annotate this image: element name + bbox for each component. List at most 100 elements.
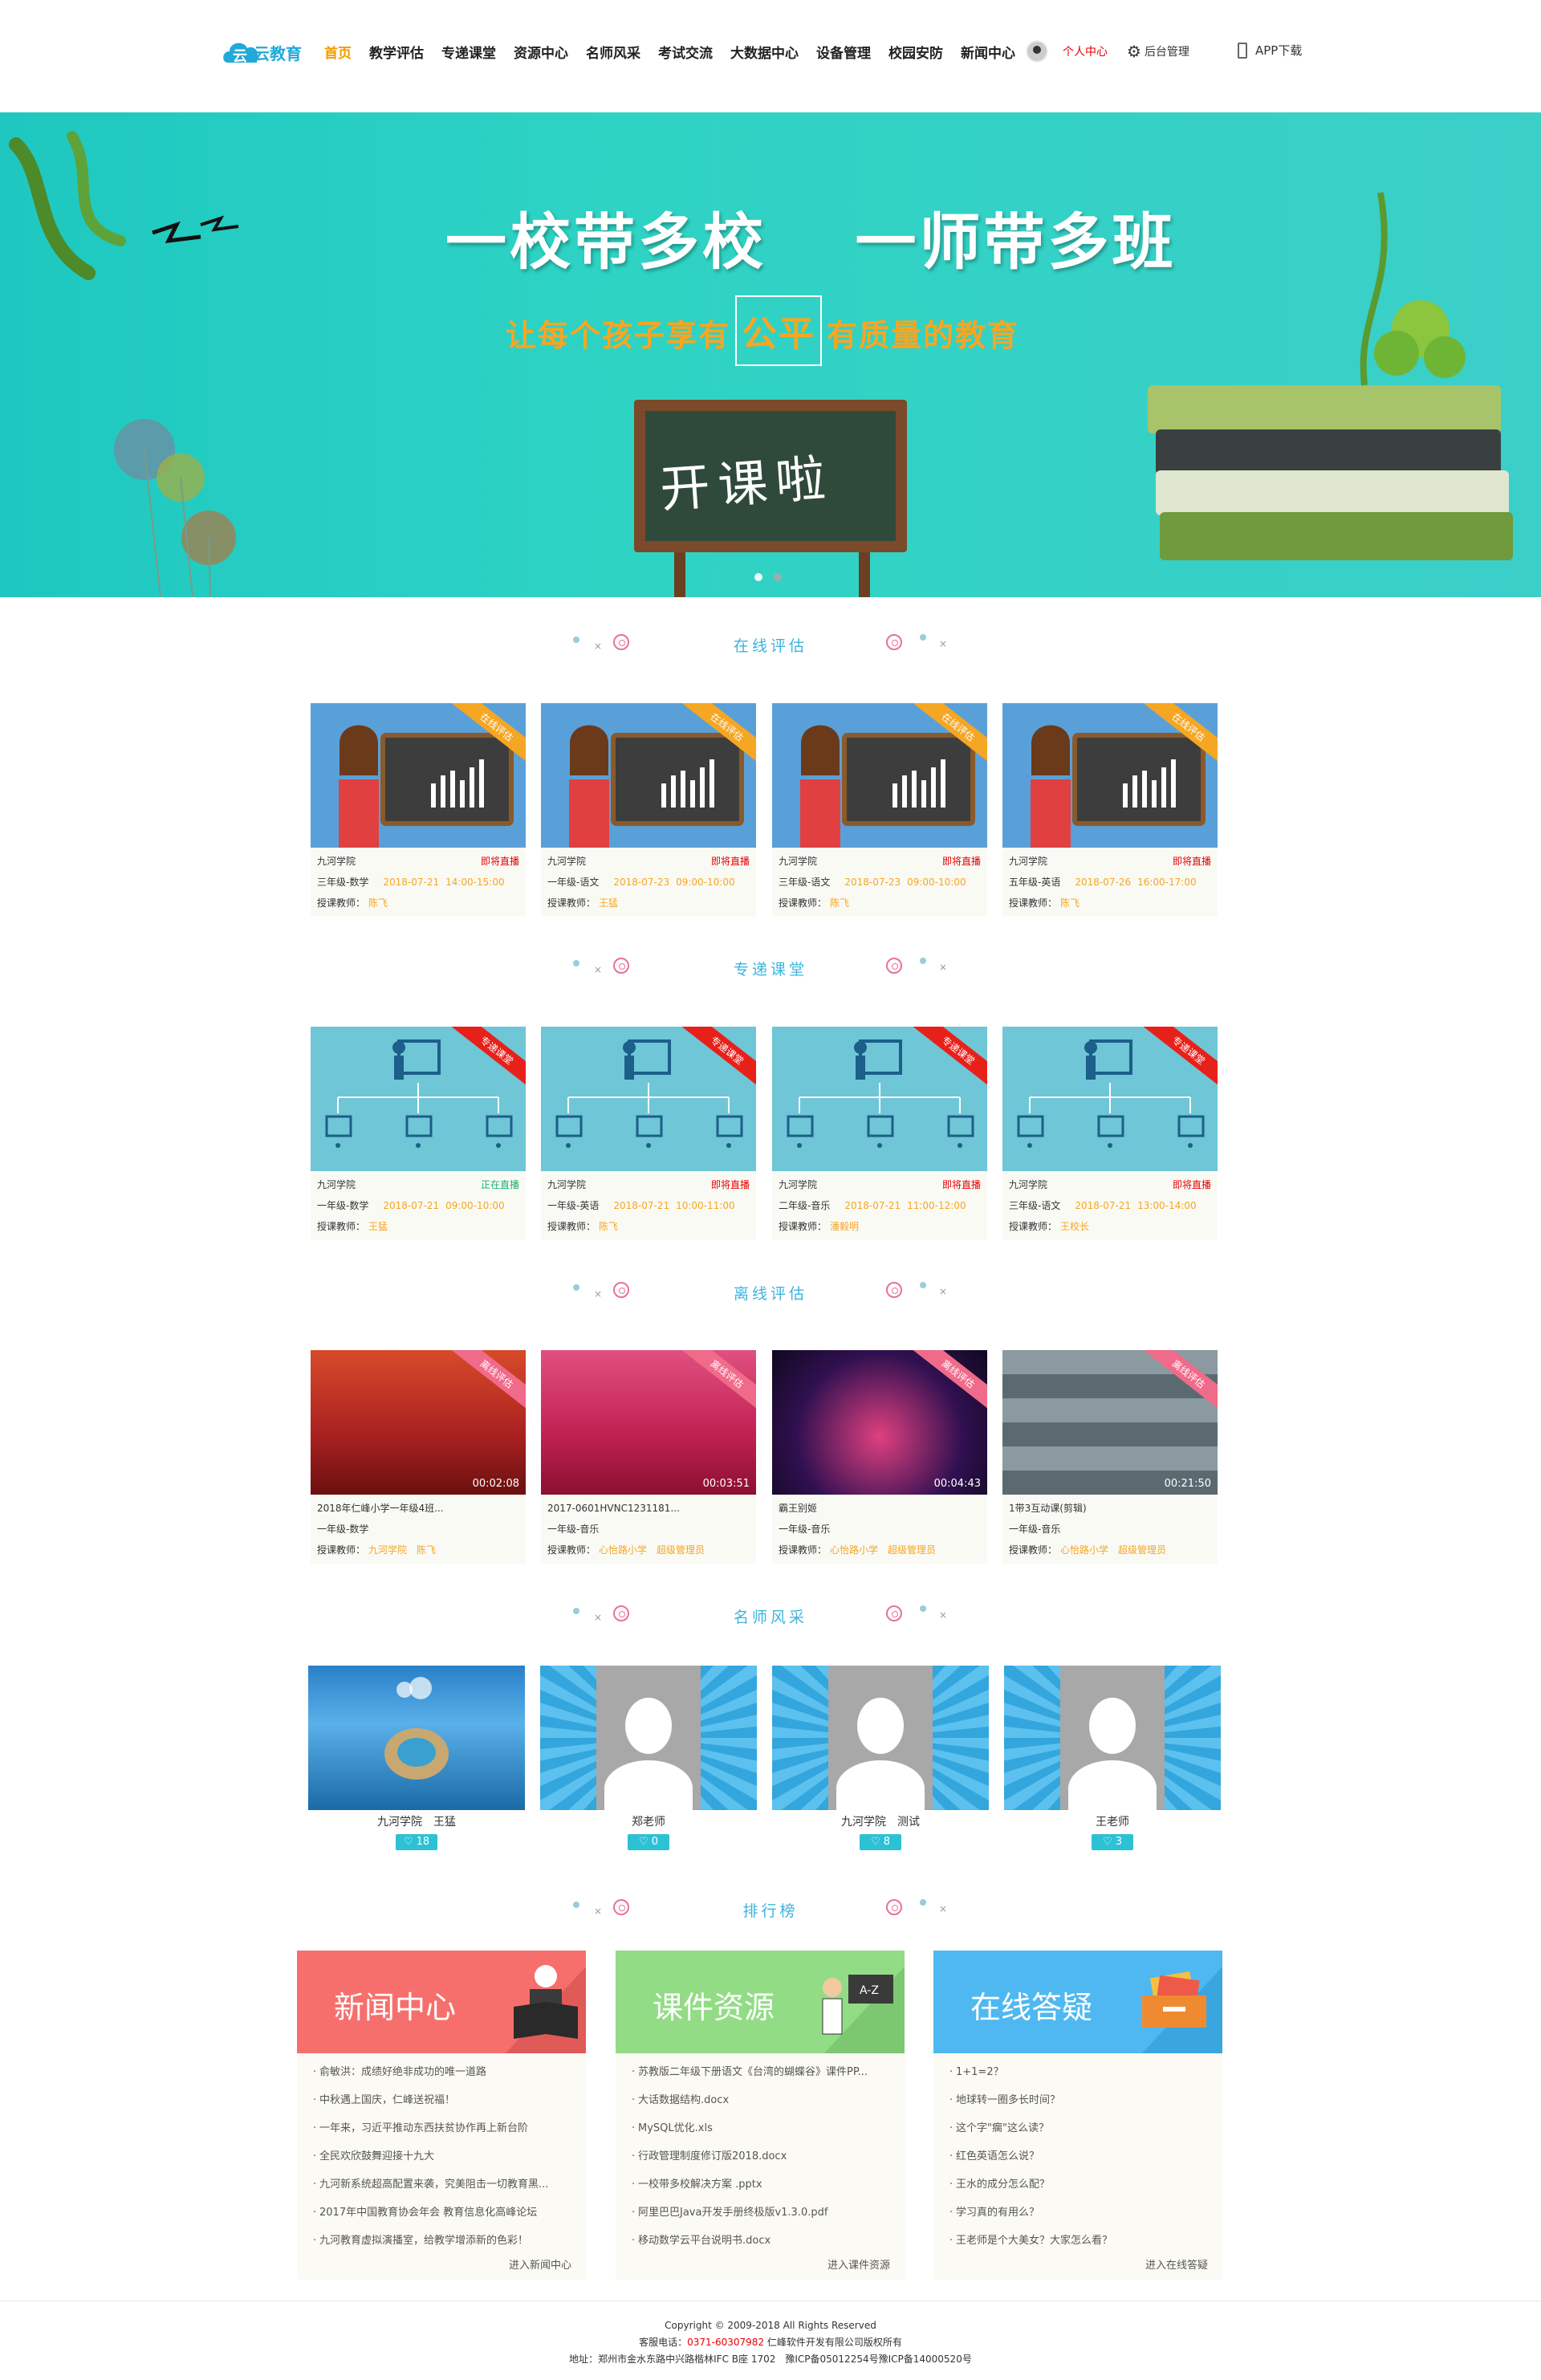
section-title-ranking: 排行榜 — [742, 1902, 799, 1920]
teacher-label: 授课教师： — [317, 897, 366, 909]
nav-home[interactable]: 首页 — [324, 42, 352, 66]
like-count-badge[interactable]: ♡ 3 — [1092, 1834, 1133, 1850]
news-item[interactable]: 中秋遇上国庆，仁峰送祝福！ — [313, 2086, 575, 2114]
qa-item[interactable]: 学习真的有用么？ — [949, 2199, 1211, 2227]
news-item[interactable]: 九河新系统超高配置来袭，究美阻击一切教育黑... — [313, 2170, 575, 2199]
gear-icon[interactable]: ⚙ — [1127, 42, 1141, 61]
like-count-badge[interactable]: ♡ 0 — [628, 1834, 669, 1850]
teacher-label: 授课教师： — [779, 897, 827, 909]
courseware-item[interactable]: 行政管理制度修订版2018.docx — [632, 2142, 893, 2170]
qa-item[interactable]: 红色英语怎么说？ — [949, 2142, 1211, 2170]
video-ribbon: 离线评估 — [677, 1350, 756, 1416]
live-status: 即将直播 — [941, 856, 981, 867]
avatar[interactable] — [1026, 40, 1048, 63]
course-date: 2018-07-21 — [383, 1200, 440, 1211]
courseware-item[interactable]: MySQL优化.xls — [632, 2114, 893, 2142]
nav-security[interactable]: 校园安防 — [888, 42, 943, 66]
news-item[interactable]: 全民欢欣鼓舞迎接十九大 — [313, 2142, 575, 2170]
teacher-card[interactable]: 郑老师 ♡ 0 — [540, 1666, 757, 1850]
courseware-item[interactable]: 一校带多校解决方案 .pptx — [632, 2170, 893, 2199]
app-download[interactable]: APP下载 — [1238, 42, 1302, 59]
nav-exam[interactable]: 考试交流 — [658, 42, 713, 66]
nav-relay-class[interactable]: 专递课堂 — [441, 42, 496, 66]
video-card[interactable]: 离线评估 00:02:08 2018年仁峰小学一年级4班... 一年级-数学 授… — [311, 1350, 526, 1564]
company-name: 仁峰软件开发有限公司版权所有 — [766, 2337, 902, 2348]
courseware-item[interactable]: 移动数学云平台说明书.docx — [632, 2227, 893, 2255]
teacher-name[interactable]: 王猛 — [599, 893, 618, 913]
news-item[interactable]: 九河教育虚拟演播室，给教学增添新的色彩！ — [313, 2227, 575, 2255]
courseware-more-link[interactable]: 进入课件资源 — [827, 2256, 890, 2272]
video-title[interactable]: 1带3互动课(剪辑) — [1009, 1498, 1087, 1519]
relay-course-card[interactable]: 专递课堂 九河学院 即将直播 二年级-音乐 2018-07-21 11:00-12:0… — [772, 1027, 987, 1240]
banner-subline-pre: 让每个孩子享有 — [506, 318, 731, 353]
video-duration: 00:21:50 — [1164, 1478, 1211, 1490]
nav-teaching-eval[interactable]: 教学评估 — [369, 42, 424, 66]
teacher-name[interactable]: 陈飞 — [1060, 893, 1080, 913]
courseware-item[interactable]: 大话数据结构.docx — [632, 2086, 893, 2114]
carousel-dot[interactable] — [774, 573, 782, 581]
nav-devices[interactable]: 设备管理 — [816, 42, 871, 66]
teacher-card[interactable]: 王老师 ♡ 3 — [1004, 1666, 1221, 1850]
course-date: 2018-07-21 — [383, 877, 440, 888]
relay-course-card[interactable]: 专递课堂 九河学院 即将直播 三年级-语文 2018-07-21 13:00-14:0… — [1002, 1027, 1218, 1240]
teacher-photo — [540, 1666, 757, 1810]
like-count-badge[interactable]: ♡ 8 — [860, 1834, 901, 1850]
teacher-name[interactable]: 王校长 — [1060, 1216, 1089, 1237]
teacher-name[interactable]: 心怡路小学 超级管理员 — [599, 1540, 705, 1560]
footer-address: 地址：郑州市金水东路中兴路楷林IFC B座 1702 豫ICP备05012254… — [569, 2354, 972, 2365]
course-thumbnail: 在线评估 — [541, 703, 756, 848]
admin-link[interactable]: 后台管理 — [1145, 43, 1189, 59]
qa-item[interactable]: 王水的成分怎么配？ — [949, 2170, 1211, 2199]
teacher-name[interactable]: 陈飞 — [368, 893, 388, 913]
nav-news[interactable]: 新闻中心 — [961, 42, 1015, 66]
like-count-badge[interactable]: ♡ 18 — [396, 1834, 437, 1850]
user-center-link[interactable]: 个人中心 — [1063, 43, 1108, 59]
course-time: 13:00-14:00 — [1137, 1200, 1197, 1211]
relay-course-card[interactable]: 专递课堂 九河学院 正在直播 一年级-数学 2018-07-21 09:00-10:0… — [311, 1027, 526, 1240]
video-card[interactable]: 离线评估 00:21:50 1带3互动课(剪辑) 一年级-音乐 授课教师： 心怡路… — [1002, 1350, 1218, 1564]
teacher-name[interactable]: 九河学院 陈飞 — [368, 1540, 436, 1560]
teacher-name[interactable]: 陈飞 — [599, 1216, 618, 1237]
teacher-name[interactable]: 潘毅明 — [830, 1216, 859, 1237]
carousel-dot[interactable] — [754, 573, 762, 581]
online-course-card[interactable]: 在线评估 九河学院 即将直播 五年级-英语 2018-07-26 16:00-17:0… — [1002, 703, 1218, 917]
qa-item[interactable]: 王老师是个大美女？大家怎么看？ — [949, 2227, 1211, 2255]
courseware-item[interactable]: 阿里巴巴Java开发手册终极版v1.3.0.pdf — [632, 2199, 893, 2227]
teacher-name[interactable]: 王猛 — [368, 1216, 388, 1237]
relay-course-card[interactable]: 专递课堂 九河学院 即将直播 一年级-英语 2018-07-21 10:00-11:0… — [541, 1027, 756, 1240]
teacher-name[interactable]: 心怡路小学 超级管理员 — [830, 1540, 936, 1560]
qa-item[interactable]: 地球转一圈多长时间？ — [949, 2086, 1211, 2114]
video-card[interactable]: 离线评估 00:03:51 2017-0601HVNC1231181... 一年… — [541, 1350, 756, 1564]
nav-teachers[interactable]: 名师风采 — [586, 42, 640, 66]
online-course-card[interactable]: 在线评估 九河学院 即将直播 三年级-数学 2018-07-21 14:00-15:0… — [311, 703, 526, 917]
app-download-label: APP下载 — [1255, 43, 1303, 58]
teacher-label: 授课教师： — [1009, 1544, 1058, 1556]
news-item[interactable]: 2017年中国教育协会年会 教育信息化高峰论坛 — [313, 2199, 575, 2227]
live-status: 即将直播 — [710, 1179, 750, 1190]
news-item[interactable]: 一年来，习近平推动东西扶贫协作再上新台阶 — [313, 2114, 575, 2142]
panel-title: 在线答疑 — [970, 1990, 1093, 2025]
teacher-card[interactable]: 九河学院 测试 ♡ 8 — [772, 1666, 989, 1850]
video-title[interactable]: 2017-0601HVNC1231181... — [547, 1498, 680, 1519]
qa-item[interactable]: 1+1=2？ — [949, 2058, 1211, 2086]
news-item[interactable]: 俞敏洪：成绩好绝非成功的唯一道路 — [313, 2058, 575, 2086]
grade-subject: 一年级-音乐 — [779, 1524, 831, 1535]
qa-more-link[interactable]: 进入在线答疑 — [1145, 2256, 1208, 2272]
online-course-card[interactable]: 在线评估 九河学院 即将直播 三年级-语文 2018-07-23 09:00-10:0… — [772, 703, 987, 917]
qa-item[interactable]: 这个字"瘸"这么读？ — [949, 2114, 1211, 2142]
video-title[interactable]: 霸王别姬 — [779, 1498, 817, 1519]
teacher-name[interactable]: 陈飞 — [830, 893, 849, 913]
logo[interactable]: 云 云教育 — [222, 35, 302, 72]
online-course-card[interactable]: 在线评估 九河学院 即将直播 一年级-语文 2018-07-23 09:00-10:0… — [541, 703, 756, 917]
video-title[interactable]: 2018年仁峰小学一年级4班... — [317, 1498, 444, 1519]
banner-subline-highlight: 公平 — [735, 295, 823, 366]
teacher-photo — [1004, 1666, 1221, 1810]
teacher-label: 授课教师： — [547, 1544, 596, 1556]
teacher-name[interactable]: 心怡路小学 超级管理员 — [1060, 1540, 1166, 1560]
news-more-link[interactable]: 进入新闻中心 — [509, 2256, 571, 2272]
courseware-item[interactable]: 苏教版二年级下册语文《台湾的蝴蝶谷》课件PP... — [632, 2058, 893, 2086]
video-card[interactable]: 离线评估 00:04:43 霸王别姬 一年级-音乐 授课教师： 心怡路小学 超级管… — [772, 1350, 987, 1564]
teacher-card[interactable]: 九河学院 王猛 ♡ 18 — [308, 1666, 525, 1850]
nav-bigdata[interactable]: 大数据中心 — [730, 42, 799, 66]
nav-resources[interactable]: 资源中心 — [514, 42, 568, 66]
